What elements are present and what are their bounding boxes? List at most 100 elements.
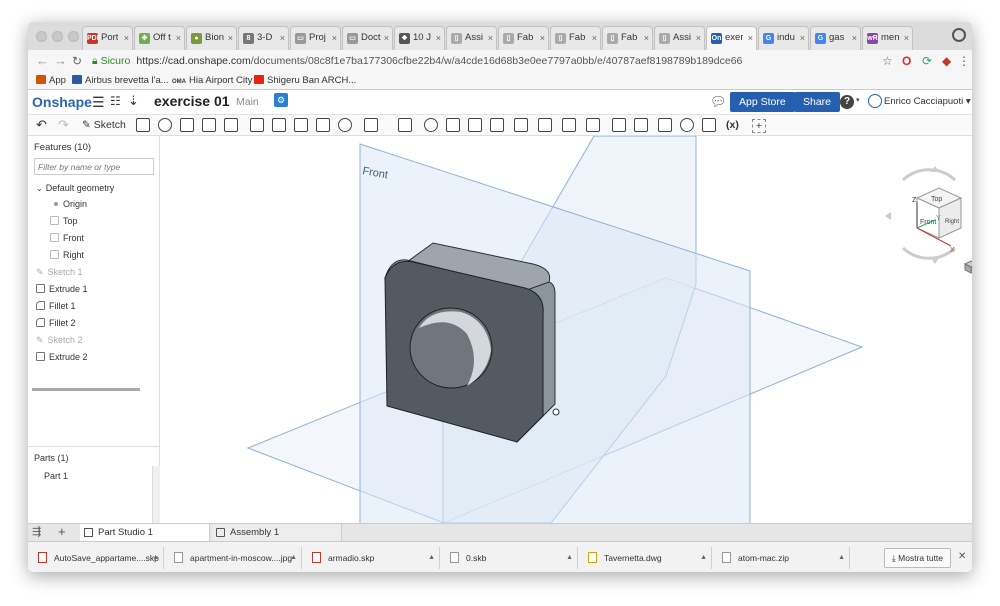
help-icon[interactable]: ? [840, 95, 854, 109]
browser-tab[interactable]: Ggas × [810, 26, 861, 50]
transform-icon[interactable] [468, 118, 482, 132]
close-tab-icon[interactable]: × [176, 27, 181, 49]
sketch-button[interactable]: ✎ Sketch [82, 118, 126, 133]
download-menu-icon[interactable]: ▲ [566, 547, 573, 569]
browser-tab[interactable]: ▭ Proj × [290, 26, 341, 50]
boolean-icon[interactable] [424, 118, 438, 132]
feature-plane-top[interactable]: Top [50, 215, 78, 227]
profile-icon[interactable] [952, 28, 966, 42]
view-cube[interactable]: Top Front Right Z Y X [885, 166, 972, 264]
modify-fillet-icon[interactable] [514, 118, 528, 132]
browser-tab[interactable]: On exer × [706, 26, 757, 50]
reload-icon[interactable]: ↻ [72, 53, 82, 69]
browser-tab[interactable]: ▯ Assi × [654, 26, 705, 50]
insert-icon[interactable]: ⇣ [128, 93, 139, 109]
download-menu-icon[interactable]: ▲ [152, 547, 159, 569]
feature-origin[interactable]: Origin [54, 198, 87, 210]
browser-tab[interactable]: ❖ 10 J × [394, 26, 445, 50]
url-field[interactable]: 🔒︎ Sicuro https://cad.onshape.com/document… [92, 52, 872, 70]
browser-tab[interactable]: ▯ Fab × [550, 26, 601, 50]
tab-manager-icon[interactable]: ⇶ [32, 525, 41, 538]
zoom-window-button[interactable] [68, 31, 79, 42]
help-dropdown-icon[interactable]: ▾ [856, 96, 860, 104]
shell-icon[interactable] [316, 118, 330, 132]
download-item[interactable]: AutoSave_appartame....skp ▲ [32, 547, 164, 569]
delete-part-icon[interactable] [490, 118, 504, 132]
view-cube-down-arrow-icon[interactable] [931, 258, 939, 264]
feature-list-scrollbar[interactable] [32, 388, 140, 391]
download-item[interactable]: 0.skb ▲ [444, 547, 578, 569]
origin-point-icon[interactable] [552, 408, 560, 416]
user-menu[interactable]: Enrico Cacciapuoti ▾ [884, 96, 971, 107]
graphics-viewport[interactable]: Front Top Front [161, 136, 972, 523]
close-window-button[interactable] [36, 31, 47, 42]
hole-icon[interactable] [338, 118, 352, 132]
extension-icon[interactable]: ⟳ [922, 54, 932, 68]
custom-feature-add-icon[interactable]: + [752, 119, 766, 133]
opera-extension-icon[interactable]: O [902, 54, 911, 68]
bookmark-airbus[interactable]: Airbus brevetta l'a... [72, 72, 169, 90]
show-all-downloads-button[interactable]: ⤓ Mostra tutte [884, 548, 952, 568]
view-options-button[interactable]: ▾ [963, 260, 972, 274]
close-downloads-icon[interactable]: ✕ [958, 551, 966, 562]
back-icon[interactable]: ← [36, 53, 49, 69]
browser-tab[interactable]: ▯ Assi × [446, 26, 497, 50]
feature-list-icon[interactable]: ☷ [110, 94, 121, 108]
add-tab-icon[interactable]: + [58, 524, 66, 539]
view-cube-left-arrow-icon[interactable] [885, 212, 891, 220]
view-cube-rotate-arc[interactable] [901, 168, 957, 182]
panel-resize-handle[interactable] [152, 466, 160, 523]
section-view-icon[interactable] [702, 118, 716, 132]
fillet-icon[interactable] [250, 118, 264, 132]
revolve-icon[interactable] [158, 118, 172, 132]
close-tab-icon[interactable]: × [280, 27, 285, 49]
forward-icon[interactable]: → [54, 53, 67, 69]
menu-dots-icon[interactable]: ⋮ [958, 54, 970, 68]
share-button[interactable]: Share [794, 92, 841, 112]
bookmark-star-icon[interactable]: ☆ [882, 54, 893, 68]
close-tab-icon[interactable]: × [384, 27, 389, 49]
redo-icon[interactable]: ↷ [58, 118, 69, 132]
feature-filter-input[interactable] [34, 158, 154, 175]
comments-icon[interactable]: 💬︎ [710, 94, 727, 110]
part-item[interactable]: Part 1 [44, 470, 68, 482]
browser-tab[interactable]: wR men × [862, 26, 913, 50]
mate-connector-icon[interactable] [634, 118, 648, 132]
browser-tab[interactable]: ▯ Fab × [498, 26, 549, 50]
close-tab-icon[interactable]: × [228, 27, 233, 49]
app-store-button[interactable]: App Store [730, 92, 795, 112]
close-tab-icon[interactable]: × [488, 27, 493, 49]
close-tab-icon[interactable]: × [696, 27, 701, 49]
close-tab-icon[interactable]: × [436, 27, 441, 49]
download-menu-icon[interactable]: ▲ [838, 547, 845, 569]
browser-tab[interactable]: PDF Port × [82, 26, 133, 50]
feature-extrude-1[interactable]: Extrude 1 [36, 283, 88, 295]
browser-tab[interactable]: ▯ Fab × [602, 26, 653, 50]
close-tab-icon[interactable]: × [592, 27, 597, 49]
extension-red-icon[interactable]: ◆ [942, 54, 951, 68]
bookmark-apps[interactable]: App [36, 72, 66, 90]
bookmark-shigeru[interactable]: Shigeru Ban ARCH... [254, 72, 356, 90]
feature-plane-right[interactable]: Right [50, 249, 84, 261]
draft-icon[interactable] [294, 118, 308, 132]
bookmark-hia[interactable]: OMA Hia Airport City [172, 72, 252, 91]
user-avatar-icon[interactable] [868, 94, 882, 108]
close-tab-icon[interactable]: × [852, 27, 857, 49]
feature-plane-front[interactable]: Front [50, 232, 84, 244]
loft-icon[interactable] [202, 118, 216, 132]
download-item[interactable]: apartment-in-moscow....jpg ▲ [168, 547, 302, 569]
chamfer-icon[interactable] [272, 118, 286, 132]
close-tab-icon[interactable]: × [124, 27, 129, 49]
browser-tab[interactable]: 8 3-D × [238, 26, 289, 50]
feature-sketch-1[interactable]: ✎ Sketch 1 [36, 266, 83, 278]
replace-face-icon[interactable] [562, 118, 576, 132]
feature-sketch-2[interactable]: ✎ Sketch 2 [36, 334, 83, 346]
browser-tab[interactable]: ▭ Doct × [342, 26, 393, 50]
download-item[interactable]: Tavernetta.dwg ▲ [582, 547, 712, 569]
view-cube-rotate-arc[interactable] [901, 246, 957, 260]
download-menu-icon[interactable]: ▲ [290, 547, 297, 569]
close-tab-icon[interactable]: × [748, 27, 753, 49]
browser-tab[interactable]: Gindu × [758, 26, 809, 50]
download-menu-icon[interactable]: ▲ [428, 547, 435, 569]
plane-icon[interactable] [612, 118, 626, 132]
